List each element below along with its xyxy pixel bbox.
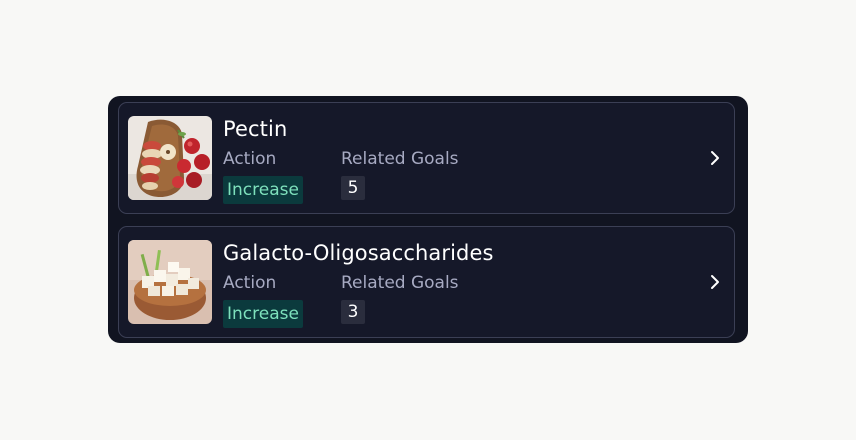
action-value-badge: Increase [223, 300, 303, 328]
related-goals-label: Related Goals [341, 273, 459, 293]
action-value-badge: Increase [223, 176, 303, 204]
related-goals-count-badge: 3 [341, 300, 365, 324]
chevron-right-icon[interactable] [708, 272, 722, 292]
ingredient-card-galacto-oligosaccharides[interactable]: Galacto-Oligosaccharides Action Related … [118, 226, 735, 338]
ingredient-list-panel: Pectin Action Related Goals Increase 5 G… [108, 96, 748, 343]
action-label: Action [223, 273, 277, 293]
related-goals-label: Related Goals [341, 149, 459, 169]
tofu-bowl-image [128, 240, 212, 324]
ingredient-title: Pectin [223, 117, 288, 141]
related-goals-count-badge: 5 [341, 176, 365, 200]
action-label: Action [223, 149, 277, 169]
apple-slices-image [128, 116, 212, 200]
chevron-right-icon[interactable] [708, 148, 722, 168]
ingredient-card-pectin[interactable]: Pectin Action Related Goals Increase 5 [118, 102, 735, 214]
ingredient-title: Galacto-Oligosaccharides [223, 241, 494, 265]
